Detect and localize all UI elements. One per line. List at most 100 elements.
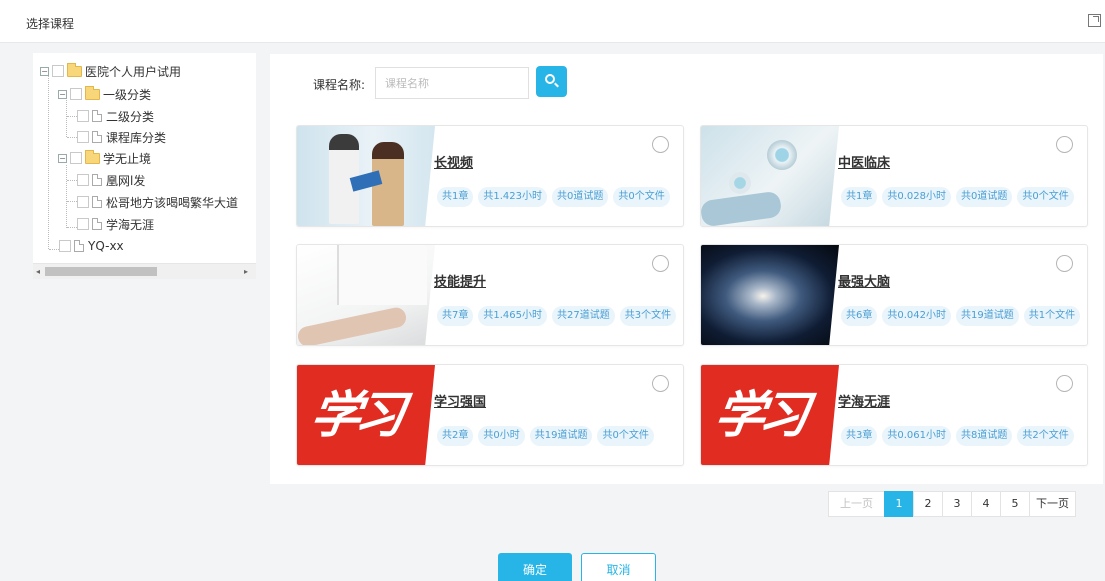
page-button-2[interactable]: 2: [913, 491, 943, 517]
collapse-icon[interactable]: −: [40, 66, 49, 76]
tree-checkbox[interactable]: [77, 174, 89, 186]
course-thumbnail: [297, 245, 435, 345]
course-tags: 共3章 共0.061小时 共8道试题 共2个文件: [841, 426, 1079, 446]
course-select-radio[interactable]: [1056, 375, 1073, 392]
duration-tag: 共0.028小时: [882, 187, 952, 207]
course-thumbnail: 学习: [297, 365, 435, 465]
tree-node-label: 课程库分类: [106, 130, 167, 145]
tree-node-root[interactable]: − 医院个人用户试用: [40, 62, 181, 80]
tree-checkbox[interactable]: [70, 152, 82, 164]
course-title[interactable]: 技能提升: [434, 271, 486, 290]
pagination: 上一页 1 2 3 4 5 下一页: [828, 491, 1076, 517]
file-count-tag: 共1个文件: [1023, 306, 1081, 326]
tree-node-yqxx[interactable]: YQ-xx: [59, 237, 124, 255]
file-icon: [74, 240, 84, 252]
dialog-title: 选择课程: [26, 17, 75, 31]
duration-tag: 共1.465小时: [478, 306, 548, 326]
duration-tag: 共0小时: [478, 426, 525, 446]
tree-node-label: 二级分类: [106, 109, 155, 124]
course-title[interactable]: 学习强国: [434, 391, 486, 410]
file-icon: [92, 218, 102, 230]
file-count-tag: 共0个文件: [1017, 187, 1074, 207]
course-title[interactable]: 最强大脑: [838, 271, 890, 290]
tree-node-fenghuang[interactable]: 凰网l发: [77, 171, 145, 189]
file-icon: [92, 174, 102, 186]
course-select-radio[interactable]: [1056, 255, 1073, 272]
course-card[interactable]: 技能提升 共7章 共1.465小时 共27道试题 共3个文件: [296, 244, 684, 346]
fullscreen-icon[interactable]: [1088, 14, 1101, 27]
tree-checkbox[interactable]: [77, 110, 89, 122]
course-card[interactable]: 中医临床 共1章 共0.028小时 共0道试题 共0个文件: [700, 125, 1088, 227]
course-title[interactable]: 学海无涯: [838, 391, 890, 410]
question-count-tag: 共0道试题: [552, 187, 609, 207]
collapse-icon[interactable]: −: [58, 89, 67, 99]
course-card[interactable]: 长视频 共1章 共1.423小时 共0道试题 共0个文件: [296, 125, 684, 227]
page-button-3[interactable]: 3: [942, 491, 972, 517]
page-button-5[interactable]: 5: [1000, 491, 1030, 517]
search-label: 课程名称:: [313, 78, 366, 92]
tree-node-xuewuzhijing[interactable]: − 学无止境: [58, 149, 151, 167]
page-button-4[interactable]: 4: [971, 491, 1001, 517]
course-tags: 共1章 共0.028小时 共0道试题 共0个文件: [841, 187, 1079, 207]
course-name-input[interactable]: [375, 67, 529, 99]
tree-node-level1[interactable]: − 一级分类: [58, 85, 151, 103]
tree-checkbox[interactable]: [77, 196, 89, 208]
tree-checkbox[interactable]: [77, 218, 89, 230]
tree-node-level2[interactable]: 二级分类: [77, 107, 154, 125]
course-tags: 共6章 共0.042小时 共19道试题 共1个文件: [841, 306, 1085, 326]
course-tags: 共1章 共1.423小时 共0道试题 共0个文件: [437, 187, 675, 207]
course-title[interactable]: 长视频: [434, 152, 473, 171]
tree-checkbox[interactable]: [70, 88, 82, 100]
course-select-radio[interactable]: [652, 375, 669, 392]
course-tags: 共7章 共1.465小时 共27道试题 共3个文件: [437, 306, 681, 326]
category-tree: − 医院个人用户试用 − 一级分类 二级分类 课程库分类 − 学无止境 凰网l发…: [33, 53, 256, 279]
course-select-radio[interactable]: [1056, 136, 1073, 153]
next-page-button[interactable]: 下一页: [1029, 491, 1076, 517]
course-card[interactable]: 最强大脑 共6章 共0.042小时 共19道试题 共1个文件: [700, 244, 1088, 346]
course-select-radio[interactable]: [652, 255, 669, 272]
tree-node-label: 松哥地方该喝喝繁华大道: [106, 195, 239, 210]
course-card[interactable]: 学习 学海无涯 共3章 共0.061小时 共8道试题 共2个文件: [700, 364, 1088, 466]
duration-tag: 共1.423小时: [478, 187, 548, 207]
chapter-count-tag: 共2章: [437, 426, 474, 446]
collapse-icon[interactable]: −: [58, 153, 67, 163]
tree-node-xuehaiwuya[interactable]: 学海无涯: [77, 215, 154, 233]
course-select-radio[interactable]: [652, 136, 669, 153]
chapter-count-tag: 共1章: [437, 187, 474, 207]
dialog-header: 选择课程: [0, 0, 1105, 43]
page-button-1[interactable]: 1: [884, 491, 914, 517]
duration-tag: 共0.061小时: [882, 426, 952, 446]
cancel-button[interactable]: 取消: [581, 553, 656, 581]
question-count-tag: 共0道试题: [956, 187, 1013, 207]
tree-node-course-library[interactable]: 课程库分类: [77, 128, 166, 146]
tree-node-songge[interactable]: 松哥地方该喝喝繁华大道: [77, 193, 238, 211]
scroll-left-icon[interactable]: ◂: [36, 267, 40, 276]
course-card[interactable]: 学习 学习强国 共2章 共0小时 共19道试题 共0个文件: [296, 364, 684, 466]
course-tags: 共2章 共0小时 共19道试题 共0个文件: [437, 426, 659, 446]
xuexi-calligraphy-logo: 学习: [710, 385, 808, 444]
prev-page-button[interactable]: 上一页: [828, 491, 885, 517]
tree-horizontal-scrollbar[interactable]: ◂ ▸: [33, 263, 256, 279]
file-icon: [92, 131, 102, 143]
course-title[interactable]: 中医临床: [838, 152, 890, 171]
file-count-tag: 共0个文件: [613, 187, 670, 207]
search-button[interactable]: [536, 66, 567, 97]
duration-tag: 共0.042小时: [882, 306, 952, 326]
question-count-tag: 共19道试题: [529, 426, 593, 446]
tree-node-label: 凰网l发: [106, 173, 146, 188]
course-thumbnail: [701, 245, 839, 345]
scrollbar-thumb[interactable]: [45, 267, 157, 276]
question-count-tag: 共27道试题: [552, 306, 615, 326]
scroll-right-icon[interactable]: ▸: [244, 267, 248, 276]
chapter-count-tag: 共1章: [841, 187, 878, 207]
question-count-tag: 共8道试题: [956, 426, 1013, 446]
tree-node-label: 学海无涯: [106, 217, 155, 232]
file-count-tag: 共3个文件: [619, 306, 677, 326]
tree-checkbox[interactable]: [52, 65, 64, 77]
tree-node-label: 医院个人用户试用: [85, 64, 182, 79]
tree-checkbox[interactable]: [59, 240, 71, 252]
confirm-button[interactable]: 确定: [498, 553, 572, 581]
tree-node-label: 学无止境: [103, 151, 152, 166]
question-count-tag: 共19道试题: [956, 306, 1019, 326]
tree-checkbox[interactable]: [77, 131, 89, 143]
